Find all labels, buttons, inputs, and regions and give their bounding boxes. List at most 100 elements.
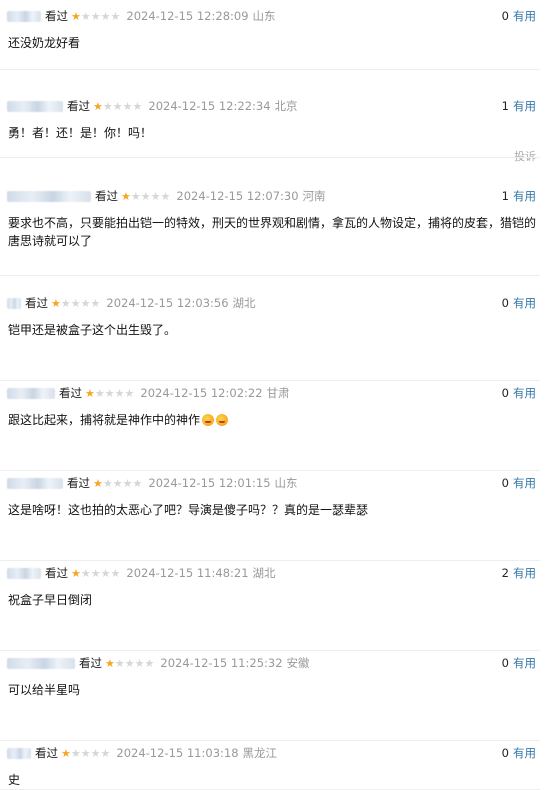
useful-count: 2: [501, 566, 509, 580]
rating-stars: ★ ★ ★ ★ ★: [105, 658, 154, 669]
comment-list: 看过 ★ ★ ★ ★ ★ 2024-12-15 12:28:09 山东 0 有用 还没奶龙好看 看过 ★…: [0, 0, 550, 790]
star-icon: ★: [70, 296, 81, 310]
star-icon: ★: [105, 656, 115, 670]
blurred-username[interactable]: [7, 747, 31, 759]
comment-text: 还没奶龙好看: [8, 34, 536, 52]
comment-meta: 看过 ★ ★ ★ ★ ★ 2024-12-15 12:01:15 山东: [7, 473, 298, 493]
comment-meta: 看过 ★ ★ ★ ★ ★ 2024-12-15 12:03:56 湖北: [7, 293, 256, 313]
comment-text-content: 祝盒子早日倒闭: [8, 593, 93, 607]
watched-label: 看过: [67, 476, 90, 490]
comment-location: 河南: [302, 189, 326, 203]
comment-text: 这是啥呀！这也拍的太恶心了吧？导演是傻子吗？？真的是一瑟辈瑟: [8, 501, 536, 519]
star-icon: ★: [144, 656, 155, 670]
comment-item: 看过 ★ ★ ★ ★ ★ 2024-12-15 12:02:22 甘肃 0 有用 跟这比起来，捕将就…: [0, 383, 550, 471]
rating-stars: ★ ★ ★ ★ ★: [93, 101, 142, 112]
comment-time: 2024-12-15 11:48:21: [126, 566, 249, 580]
star-icon: ★: [110, 566, 121, 580]
useful-count: 0: [501, 386, 509, 400]
useful-button[interactable]: 有用: [513, 188, 536, 204]
useful-count: 0: [501, 9, 509, 23]
comment-text-content: 勇！者！还！是！你！吗！: [8, 126, 153, 140]
rating-stars: ★ ★ ★ ★ ★: [51, 298, 100, 309]
useful-button[interactable]: 有用: [513, 8, 536, 24]
useful-count: 1: [501, 189, 509, 203]
star-icon: ★: [90, 9, 101, 23]
star-icon: ★: [140, 189, 151, 203]
useful-vote: 1 有用: [502, 186, 536, 206]
useful-count: 0: [501, 476, 509, 490]
comment-text: 跟这比起来，捕将就是神作中的神作: [8, 411, 536, 429]
comment-text: 要求也不高，只要能拍出铠一的特效，刑天的世界观和剧情，拿瓦的人物设定，捕将的皮套…: [8, 214, 536, 250]
useful-button[interactable]: 有用: [513, 98, 536, 114]
useful-button[interactable]: 有用: [513, 475, 536, 491]
useful-vote: 0 有用: [502, 473, 536, 493]
laughing-emoji-icon: [216, 414, 229, 426]
star-icon: ★: [61, 746, 71, 760]
blurred-username[interactable]: [7, 387, 55, 399]
blurred-username[interactable]: [7, 657, 75, 669]
star-icon: ★: [90, 296, 101, 310]
comment-location: 北京: [274, 99, 298, 113]
star-icon: ★: [93, 476, 103, 490]
comment-meta: 看过 ★ ★ ★ ★ ★ 2024-12-15 11:48:21 湖北: [7, 563, 276, 583]
star-icon: ★: [150, 189, 161, 203]
comment-location: 湖北: [232, 296, 256, 310]
useful-button[interactable]: 有用: [513, 295, 536, 311]
rating-stars: ★ ★ ★ ★ ★: [121, 191, 170, 202]
watched-label: 看过: [45, 566, 68, 580]
comment-text: 可以给半星吗: [8, 681, 536, 699]
star-icon: ★: [134, 656, 145, 670]
blurred-username[interactable]: [7, 297, 21, 309]
useful-button[interactable]: 有用: [513, 745, 536, 761]
useful-vote: 2 有用: [502, 563, 536, 583]
star-icon: ★: [114, 386, 125, 400]
comment-item: 看过 ★ ★ ★ ★ ★ 2024-12-15 11:03:18 黑龙江 0 有用史: [0, 743, 550, 790]
star-icon: ★: [124, 656, 135, 670]
star-icon: ★: [71, 566, 81, 580]
comment-location: 安徽: [286, 656, 310, 670]
star-icon: ★: [51, 296, 61, 310]
star-icon: ★: [112, 99, 123, 113]
useful-vote: 0 有用: [502, 653, 536, 673]
comment-location: 山东: [252, 9, 276, 23]
useful-button[interactable]: 有用: [513, 385, 536, 401]
comment-text: 史: [8, 771, 536, 789]
comment-text-content: 铠甲还是被盒子这个出生毁了。: [8, 323, 177, 337]
star-icon: ★: [160, 189, 171, 203]
blurred-username[interactable]: [7, 10, 41, 22]
star-icon: ★: [122, 476, 133, 490]
useful-vote: 1 有用: [502, 96, 536, 116]
comment-time: 2024-12-15 11:03:18: [116, 746, 239, 760]
useful-count: 0: [501, 656, 509, 670]
star-icon: ★: [80, 296, 91, 310]
star-icon: ★: [121, 189, 131, 203]
blurred-username[interactable]: [7, 190, 91, 202]
comment-item: 看过 ★ ★ ★ ★ ★ 2024-12-15 12:22:34 北京 1 有用 勇！者！还！是！你…: [0, 96, 550, 163]
blurred-username[interactable]: [7, 477, 63, 489]
star-icon: ★: [104, 386, 115, 400]
useful-button[interactable]: 有用: [513, 655, 536, 671]
comment-time: 2024-12-15 12:03:56: [106, 296, 229, 310]
star-icon: ★: [80, 9, 91, 23]
comment-text-content: 要求也不高，只要能拍出铠一的特效，刑天的世界观和剧情，拿瓦的人物设定，捕将的皮套…: [8, 216, 537, 248]
comment-text: 祝盒子早日倒闭: [8, 591, 536, 609]
useful-count: 0: [501, 296, 509, 310]
star-icon: ★: [124, 386, 135, 400]
blurred-username[interactable]: [7, 100, 63, 112]
comment-text-content: 跟这比起来，捕将就是神作中的神作: [8, 413, 201, 427]
blurred-username[interactable]: [7, 567, 41, 579]
useful-button[interactable]: 有用: [513, 565, 536, 581]
watched-label: 看过: [59, 386, 82, 400]
comment-meta: 看过 ★ ★ ★ ★ ★ 2024-12-15 11:03:18 黑龙江: [7, 743, 277, 763]
comment-time: 2024-12-15 12:28:09: [126, 9, 249, 23]
star-icon: ★: [70, 746, 81, 760]
rating-stars: ★ ★ ★ ★ ★: [71, 568, 120, 579]
rating-stars: ★ ★ ★ ★ ★: [85, 388, 134, 399]
star-icon: ★: [130, 189, 141, 203]
star-icon: ★: [93, 99, 103, 113]
star-icon: ★: [100, 746, 111, 760]
star-icon: ★: [90, 746, 101, 760]
report-button[interactable]: 投诉: [514, 148, 536, 164]
watched-label: 看过: [35, 746, 58, 760]
rating-stars: ★ ★ ★ ★ ★: [93, 478, 142, 489]
